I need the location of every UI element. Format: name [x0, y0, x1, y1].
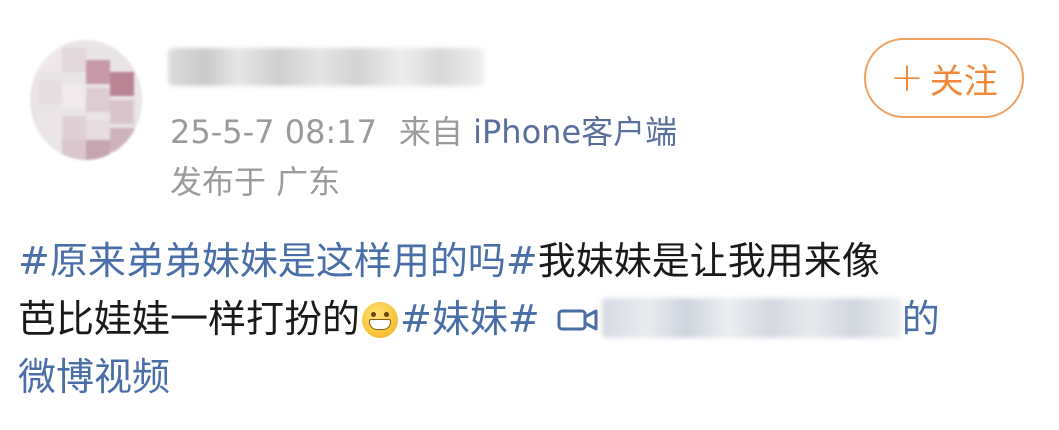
video-link-suffix[interactable]: 的 [902, 297, 940, 341]
post-location: 发布于 广东 [170, 163, 341, 201]
weibo-post-card: 25-5-7 08:17 来自 iPhone客户端 发布于 广东 + 关注 #原来… [0, 0, 1059, 430]
post-body: #原来弟弟妹妹是这样用的吗#我妹妹是让我用来像 芭比娃娃一样打扮的 #妹妹# 的 … [18, 232, 1048, 406]
source-prefix: 来自 [398, 113, 463, 151]
source-device-link[interactable]: iPhone客户端 [473, 113, 677, 151]
follow-button[interactable]: + 关注 [864, 38, 1024, 118]
post-body-line: 芭比娃娃一样打扮的 #妹妹# 的 [18, 290, 1048, 348]
post-meta: 25-5-7 08:17 来自 iPhone客户端 [170, 112, 677, 152]
video-title-redacted[interactable] [601, 298, 902, 338]
hashtag-link[interactable]: #妹妹# [400, 297, 540, 341]
grinning-emoji-icon [362, 302, 399, 338]
username-redacted[interactable] [168, 48, 484, 86]
hashtag-link[interactable]: #原来弟弟妹妹是这样用的吗# [18, 239, 538, 283]
follow-button-label: 关注 [929, 61, 998, 102]
post-body-line: #原来弟弟妹妹是这样用的吗#我妹妹是让我用来像 [18, 232, 1048, 290]
video-camera-icon[interactable] [556, 304, 600, 336]
post-text-segment: 我妹妹是让我用来像 [537, 239, 880, 283]
post-text-segment: 芭比娃娃一样打扮的 [18, 297, 361, 341]
post-timestamp: 25-5-7 08:17 [170, 113, 377, 151]
avatar[interactable] [30, 40, 142, 160]
post-body-line: 微博视频 [18, 348, 1048, 406]
video-link-text[interactable]: 微博视频 [18, 355, 170, 399]
plus-icon: + [890, 55, 924, 101]
